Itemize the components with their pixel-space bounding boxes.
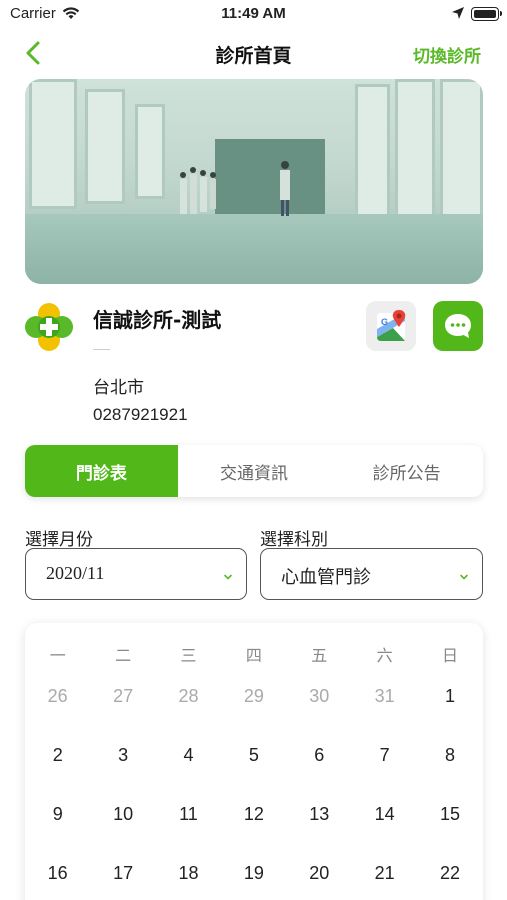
- tab-transport[interactable]: 交通資訊: [178, 445, 331, 497]
- chevron-down-icon: [458, 568, 470, 580]
- weekday-label: 四: [245, 646, 262, 665]
- calendar-day[interactable]: 9: [25, 804, 90, 825]
- calendar-day[interactable]: 8: [417, 745, 482, 766]
- calendar-week: 2 3 4 5 6 7 8: [25, 745, 483, 766]
- calendar-day[interactable]: 31: [352, 686, 417, 707]
- calendar-day[interactable]: 6: [287, 745, 352, 766]
- status-bar: Carrier 11:49 AM: [0, 0, 507, 30]
- calendar-day[interactable]: 4: [156, 745, 221, 766]
- google-maps-button[interactable]: G: [366, 301, 416, 351]
- calendar-day[interactable]: 2: [25, 745, 90, 766]
- google-maps-icon: G: [377, 310, 406, 341]
- clinic-name: 信誠診所-測試: [93, 308, 222, 332]
- calendar-day[interactable]: 1: [417, 686, 482, 707]
- calendar-day[interactable]: 21: [352, 863, 417, 884]
- weekday-header: 一 二 三 四 五 六 日: [25, 642, 483, 666]
- calendar-day[interactable]: 27: [90, 686, 155, 707]
- clinic-city: 台北市: [93, 378, 144, 398]
- schedule-calendar: 一 二 三 四 五 六 日 26 27 28 29 30 31 1 2 3 4 …: [25, 623, 483, 900]
- calendar-day[interactable]: 17: [90, 863, 155, 884]
- calendar-week: 26 27 28 29 30 31 1: [25, 686, 483, 707]
- svg-text:G: G: [381, 317, 388, 327]
- calendar-day[interactable]: 15: [417, 804, 482, 825]
- tab-schedule[interactable]: 門診表: [25, 445, 178, 497]
- calendar-day[interactable]: 26: [25, 686, 90, 707]
- clinic-tabs: 門診表 交通資訊 診所公告: [25, 445, 483, 497]
- location-arrow-icon: [451, 6, 465, 24]
- calendar-day[interactable]: 7: [352, 745, 417, 766]
- chat-bubble-icon: [445, 314, 471, 338]
- calendar-day[interactable]: 29: [221, 686, 286, 707]
- calendar-day[interactable]: 13: [287, 804, 352, 825]
- department-label: 選擇科別: [260, 530, 328, 550]
- weekday-label: 日: [442, 646, 459, 665]
- clinic-logo: [24, 302, 74, 352]
- calendar-day[interactable]: 30: [287, 686, 352, 707]
- weekday-label: 二: [115, 646, 132, 665]
- calendar-day[interactable]: 12: [221, 804, 286, 825]
- month-label: 選擇月份: [25, 530, 93, 550]
- calendar-day[interactable]: 14: [352, 804, 417, 825]
- weekday-label: 六: [376, 646, 393, 665]
- calendar-day[interactable]: 5: [221, 745, 286, 766]
- tab-announcements[interactable]: 診所公告: [330, 445, 483, 497]
- calendar-day[interactable]: 16: [25, 863, 90, 884]
- chevron-down-icon: [222, 568, 234, 580]
- clinic-hero-image: [25, 79, 483, 284]
- calendar-day[interactable]: 10: [90, 804, 155, 825]
- weekday-label: 五: [311, 646, 328, 665]
- calendar-day[interactable]: 22: [417, 863, 482, 884]
- weekday-label: 三: [180, 646, 197, 665]
- calendar-day[interactable]: 19: [221, 863, 286, 884]
- month-select[interactable]: 2020/11: [25, 548, 247, 600]
- calendar-week: 16 17 18 19 20 21 22: [25, 863, 483, 884]
- status-time: 11:49 AM: [221, 5, 286, 22]
- divider: [93, 349, 110, 350]
- switch-clinic-button[interactable]: 切換診所: [413, 42, 481, 67]
- nav-bar: 診所首頁 切換診所: [0, 30, 507, 76]
- calendar-week: 9 10 11 12 13 14 15: [25, 804, 483, 825]
- message-button[interactable]: [433, 301, 483, 351]
- clinic-phone[interactable]: 0287921921: [93, 405, 188, 425]
- department-select[interactable]: 心血管門診: [260, 548, 483, 600]
- calendar-day[interactable]: 11: [156, 804, 221, 825]
- calendar-day[interactable]: 28: [156, 686, 221, 707]
- month-value: 2020/11: [46, 563, 105, 583]
- weekday-label: 一: [49, 646, 66, 665]
- calendar-day[interactable]: 20: [287, 863, 352, 884]
- calendar-day[interactable]: 18: [156, 863, 221, 884]
- battery-icon: [471, 7, 502, 21]
- calendar-day[interactable]: 3: [90, 745, 155, 766]
- department-value: 心血管門診: [281, 567, 371, 588]
